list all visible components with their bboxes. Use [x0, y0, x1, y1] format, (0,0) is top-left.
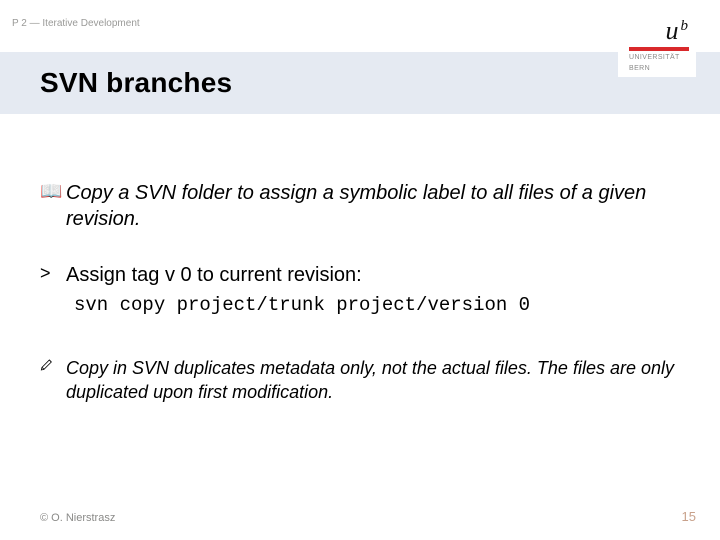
bullet-assign: > Assign tag v 0 to current revision: — [40, 262, 680, 288]
breadcrumb: P 2 — Iterative Development — [12, 18, 140, 29]
gt-icon: > — [40, 262, 66, 285]
copyright: © O. Nierstrasz — [40, 512, 115, 524]
logo-bar — [629, 47, 689, 51]
bullet-note-text: Copy in SVN duplicates metadata only, no… — [66, 356, 680, 405]
logo-ub: u b — [629, 19, 689, 44]
university-logo: u b UNIVERSITÄT BERN — [622, 14, 696, 77]
slide: P 2 — Iterative Development u b UNIVERSI… — [0, 0, 720, 540]
bullet-note: Copy in SVN duplicates metadata only, no… — [40, 356, 680, 405]
logo-b: b — [681, 19, 689, 33]
book-icon: 📖 — [40, 180, 66, 203]
bullet-assign-text: Assign tag v 0 to current revision: — [66, 262, 680, 288]
logo-text-1: UNIVERSITÄT — [629, 54, 689, 63]
bullet-copy: 📖 Copy a SVN folder to assign a symbolic… — [40, 180, 680, 232]
title-band: SVN branches — [0, 52, 720, 114]
logo-text-2: BERN — [629, 65, 689, 74]
logo-u: u — [666, 19, 679, 44]
command-text: svn copy project/trunk project/version 0 — [74, 294, 680, 316]
page-title: SVN branches — [0, 67, 232, 99]
bullet-copy-text: Copy a SVN folder to assign a symbolic l… — [66, 180, 680, 232]
page-number: 15 — [682, 509, 696, 524]
pencil-icon — [40, 356, 66, 372]
slide-body: 📖 Copy a SVN folder to assign a symbolic… — [40, 180, 680, 435]
